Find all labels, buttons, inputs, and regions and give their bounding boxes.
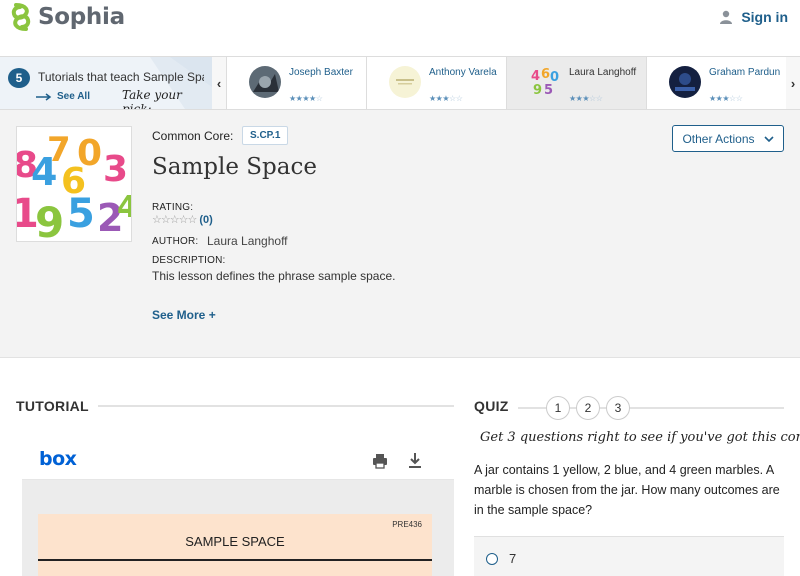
numbers-image: 8 4 7 0 6 3 1 9 5 2 4 bbox=[17, 127, 132, 242]
box-logo: box bbox=[39, 448, 77, 470]
svg-text:5: 5 bbox=[544, 83, 553, 98]
other-actions-button[interactable]: Other Actions bbox=[672, 125, 784, 152]
rating-widget[interactable]: ☆☆☆☆☆ (0) bbox=[152, 213, 213, 227]
document-page: PRE436 SAMPLE SPACE bbox=[38, 514, 432, 576]
viewer-toolbar: box bbox=[22, 444, 454, 480]
tutor-name: Anthony Varela bbox=[429, 67, 497, 78]
take-your-pick-text: Take your pick: bbox=[122, 88, 182, 109]
rating-label: RATING: bbox=[152, 202, 194, 213]
svg-text:9: 9 bbox=[533, 83, 542, 98]
tutor-card[interactable]: Anthony Varela ★★★☆☆ bbox=[366, 57, 506, 109]
chevron-right-icon: › bbox=[790, 75, 796, 91]
svg-text:5: 5 bbox=[67, 191, 95, 237]
tutorial-divider bbox=[98, 405, 454, 407]
download-icon[interactable] bbox=[407, 452, 423, 469]
tutor-avatar bbox=[389, 66, 421, 98]
quiz-number-3[interactable]: 3 bbox=[606, 396, 630, 420]
description-label: DESCRIPTION: bbox=[152, 255, 226, 266]
tutor-name: Laura Langhoff bbox=[569, 67, 637, 78]
strip-next-button[interactable]: › bbox=[786, 57, 800, 109]
quiz-hint: Get 3 questions right to see if you've g… bbox=[480, 430, 800, 445]
tutorial-heading: TUTORIAL bbox=[16, 398, 89, 414]
quiz-question: A jar contains 1 yellow, 2 blue, and 4 g… bbox=[474, 463, 780, 517]
tutor-name: Graham Pardun bbox=[709, 67, 781, 78]
see-all-label: See All bbox=[57, 91, 90, 102]
see-more-link[interactable]: See More + bbox=[152, 308, 216, 322]
strip-intro: 5 Tutorials that teach Sample Space See … bbox=[0, 57, 212, 109]
viewer-body: PRE436 SAMPLE SPACE bbox=[22, 480, 454, 576]
tutor-name: Joseph Baxter bbox=[289, 67, 353, 78]
arrow-right-icon bbox=[36, 92, 52, 101]
tutor-card-selected[interactable]: 4 6 0 9 5 Laura Langhoff ★★★☆☆ bbox=[506, 57, 646, 109]
tutorials-strip: 5 Tutorials that teach Sample Space See … bbox=[0, 56, 800, 110]
chevron-left-icon: ‹ bbox=[216, 75, 222, 91]
svg-text:4: 4 bbox=[531, 69, 540, 84]
chevron-down-icon bbox=[763, 135, 774, 142]
rating-stars[interactable]: ☆☆☆☆☆ bbox=[152, 213, 197, 226]
description-text: This lesson defines the phrase sample sp… bbox=[152, 269, 396, 283]
author-label: AUTHOR: bbox=[152, 236, 199, 247]
rating-count: (0) bbox=[199, 213, 213, 226]
tutor-card[interactable]: Graham Pardun ★★★☆☆ bbox=[646, 57, 786, 109]
sophia-leaf-icon bbox=[11, 3, 31, 31]
document-viewer: box PRE436 SAMPLE SPACE bbox=[22, 444, 454, 576]
logo-text: Sophia bbox=[38, 4, 125, 30]
tutor-rating-stars: ★★★☆☆ bbox=[429, 94, 463, 103]
svg-text:9: 9 bbox=[35, 198, 64, 242]
site-header: Sophia Sign in bbox=[0, 0, 800, 56]
see-all-link[interactable]: See All bbox=[36, 91, 90, 102]
svg-text:3: 3 bbox=[103, 149, 128, 190]
svg-text:6: 6 bbox=[541, 67, 550, 82]
strip-prev-button[interactable]: ‹ bbox=[212, 57, 226, 109]
common-core-label: Common Core: bbox=[152, 129, 234, 143]
answer-option[interactable]: 7 bbox=[474, 536, 784, 576]
quiz-number-2[interactable]: 2 bbox=[576, 396, 600, 420]
user-icon bbox=[720, 10, 733, 24]
tutor-avatar bbox=[669, 66, 701, 98]
tutor-rating-stars: ★★★★☆ bbox=[289, 94, 323, 103]
answer-radio[interactable] bbox=[486, 553, 498, 565]
tutor-rating-stars: ★★★☆☆ bbox=[569, 94, 603, 103]
quiz-heading: QUIZ bbox=[474, 398, 509, 414]
common-core-tag[interactable]: S.CP.1 bbox=[242, 126, 289, 145]
tutor-card[interactable]: Joseph Baxter ★★★★☆ bbox=[226, 57, 366, 109]
lesson-title: Sample Space bbox=[152, 154, 317, 180]
tutorial-count-badge: 5 bbox=[8, 68, 30, 88]
print-icon[interactable] bbox=[372, 453, 388, 469]
tutor-avatar: 4 6 0 9 5 bbox=[529, 66, 561, 98]
sophia-logo[interactable]: Sophia bbox=[10, 3, 125, 31]
page-code: PRE436 bbox=[392, 520, 422, 529]
quiz-number-1[interactable]: 1 bbox=[546, 396, 570, 420]
tutor-avatar bbox=[249, 66, 281, 98]
author-name: Laura Langhoff bbox=[207, 234, 288, 248]
lesson-header: 8 4 7 0 6 3 1 9 5 2 4 Common Core: S.CP.… bbox=[0, 110, 800, 358]
strip-title: Tutorials that teach Sample Space bbox=[38, 70, 204, 84]
answer-text: 7 bbox=[509, 551, 517, 566]
tutor-rating-stars: ★★★☆☆ bbox=[709, 94, 743, 103]
lesson-thumbnail: 8 4 7 0 6 3 1 9 5 2 4 bbox=[16, 126, 132, 242]
sign-in-button[interactable]: Sign in bbox=[719, 9, 788, 25]
svg-text:4: 4 bbox=[117, 190, 132, 225]
other-actions-label: Other Actions bbox=[682, 131, 755, 146]
sign-in-label: Sign in bbox=[741, 9, 788, 25]
page-title: SAMPLE SPACE bbox=[185, 534, 285, 549]
page-divider bbox=[38, 559, 432, 561]
